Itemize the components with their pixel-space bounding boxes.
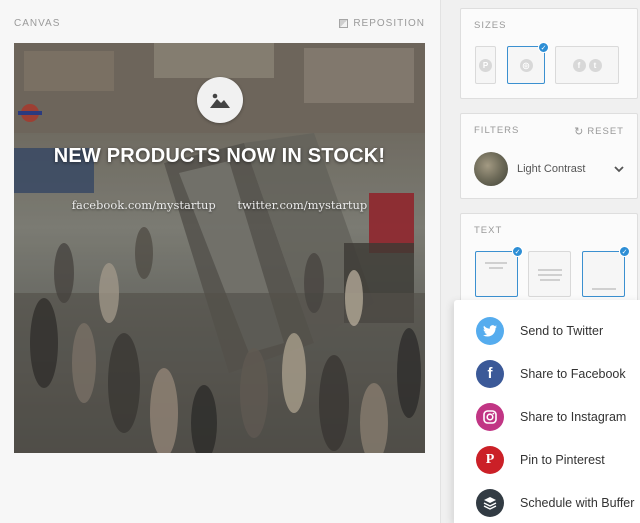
selected-filter-name: Light Contrast [517, 163, 586, 175]
share-item-label: Schedule with Buffer [520, 495, 635, 510]
pinterest-icon: P [476, 445, 504, 474]
text-layout-top[interactable]: ✓ [475, 246, 523, 297]
share-item-pinterest[interactable]: P Pin to Pinterest [454, 438, 640, 481]
text-card: TEXT ✓ ✓ [460, 213, 638, 303]
twitter-icon [476, 316, 504, 345]
sizes-card: SIZES P ◎ ✓ f t [460, 8, 638, 99]
size-option-instagram[interactable]: ◎ ✓ [507, 42, 549, 84]
text-layout-middle[interactable] [528, 251, 571, 297]
text-line [538, 274, 562, 276]
share-item-buffer[interactable]: Schedule with Buffer [454, 481, 640, 523]
text-line [489, 267, 503, 269]
share-menu: Send to Twitter f Share to Facebook Shar… [454, 300, 640, 523]
filter-dropdown[interactable]: Light Contrast [474, 151, 626, 187]
reset-filters-button[interactable]: ↻ RESET [574, 125, 624, 138]
filters-card: FILTERS ↻ RESET Light Contrast [460, 113, 638, 199]
share-item-label: Send to Twitter [520, 323, 604, 338]
pinterest-icon: P [479, 58, 492, 72]
share-item-instagram[interactable]: Share to Instagram [454, 395, 640, 438]
twitter-handle: twitter.com/mystartup [237, 198, 368, 212]
filter-thumbnail [474, 152, 508, 186]
reposition-icon [339, 19, 349, 28]
reset-label: RESET [587, 126, 624, 137]
selected-check-icon: ✓ [619, 246, 630, 257]
canvas-preview[interactable]: NEW PRODUCTS NOW IN STOCK! facebook.com/… [14, 43, 425, 453]
text-line [485, 262, 507, 264]
selected-check-icon: ✓ [512, 246, 523, 257]
chevron-down-icon [614, 166, 624, 173]
size-option-pinterest[interactable]: P [475, 46, 496, 84]
text-line [592, 288, 616, 290]
size-option-facebook-twitter[interactable]: f t [555, 46, 619, 84]
share-item-label: Pin to Pinterest [520, 452, 605, 467]
reposition-button[interactable]: REPOSITION [339, 18, 425, 29]
facebook-handle: facebook.com/mystartup [71, 198, 216, 212]
reset-icon: ↻ [574, 126, 585, 138]
facebook-icon: f [572, 58, 586, 72]
twitter-icon: t [588, 58, 602, 72]
instagram-icon [476, 402, 504, 431]
image-icon [210, 93, 230, 108]
buffer-icon [476, 488, 504, 517]
text-line [540, 279, 560, 281]
text-layout-bottom[interactable]: ✓ [582, 246, 630, 297]
selected-check-icon: ✓ [538, 42, 549, 53]
change-image-button[interactable] [197, 77, 243, 123]
canvas-header: CANVAS REPOSITION [14, 18, 425, 32]
canvas-column: CANVAS REPOSITION NEW PRODUCTS NOW IN ST… [0, 0, 440, 523]
filters-title: FILTERS [474, 125, 520, 136]
share-item-facebook[interactable]: f Share to Facebook [454, 352, 640, 395]
share-item-label: Share to Instagram [520, 409, 627, 424]
canvas-headline[interactable]: NEW PRODUCTS NOW IN STOCK! [14, 145, 425, 168]
sizes-title: SIZES [474, 20, 507, 31]
canvas-social-handles[interactable]: facebook.com/mystartup twitter.com/mysta… [14, 198, 425, 212]
text-title: TEXT [474, 225, 503, 236]
text-line [538, 269, 562, 271]
facebook-icon: f [476, 359, 504, 388]
share-item-twitter[interactable]: Send to Twitter [454, 309, 640, 352]
reposition-label: REPOSITION [353, 18, 425, 29]
share-item-label: Share to Facebook [520, 366, 626, 381]
canvas-label: CANVAS [14, 18, 61, 29]
instagram-icon: ◎ [519, 58, 533, 72]
